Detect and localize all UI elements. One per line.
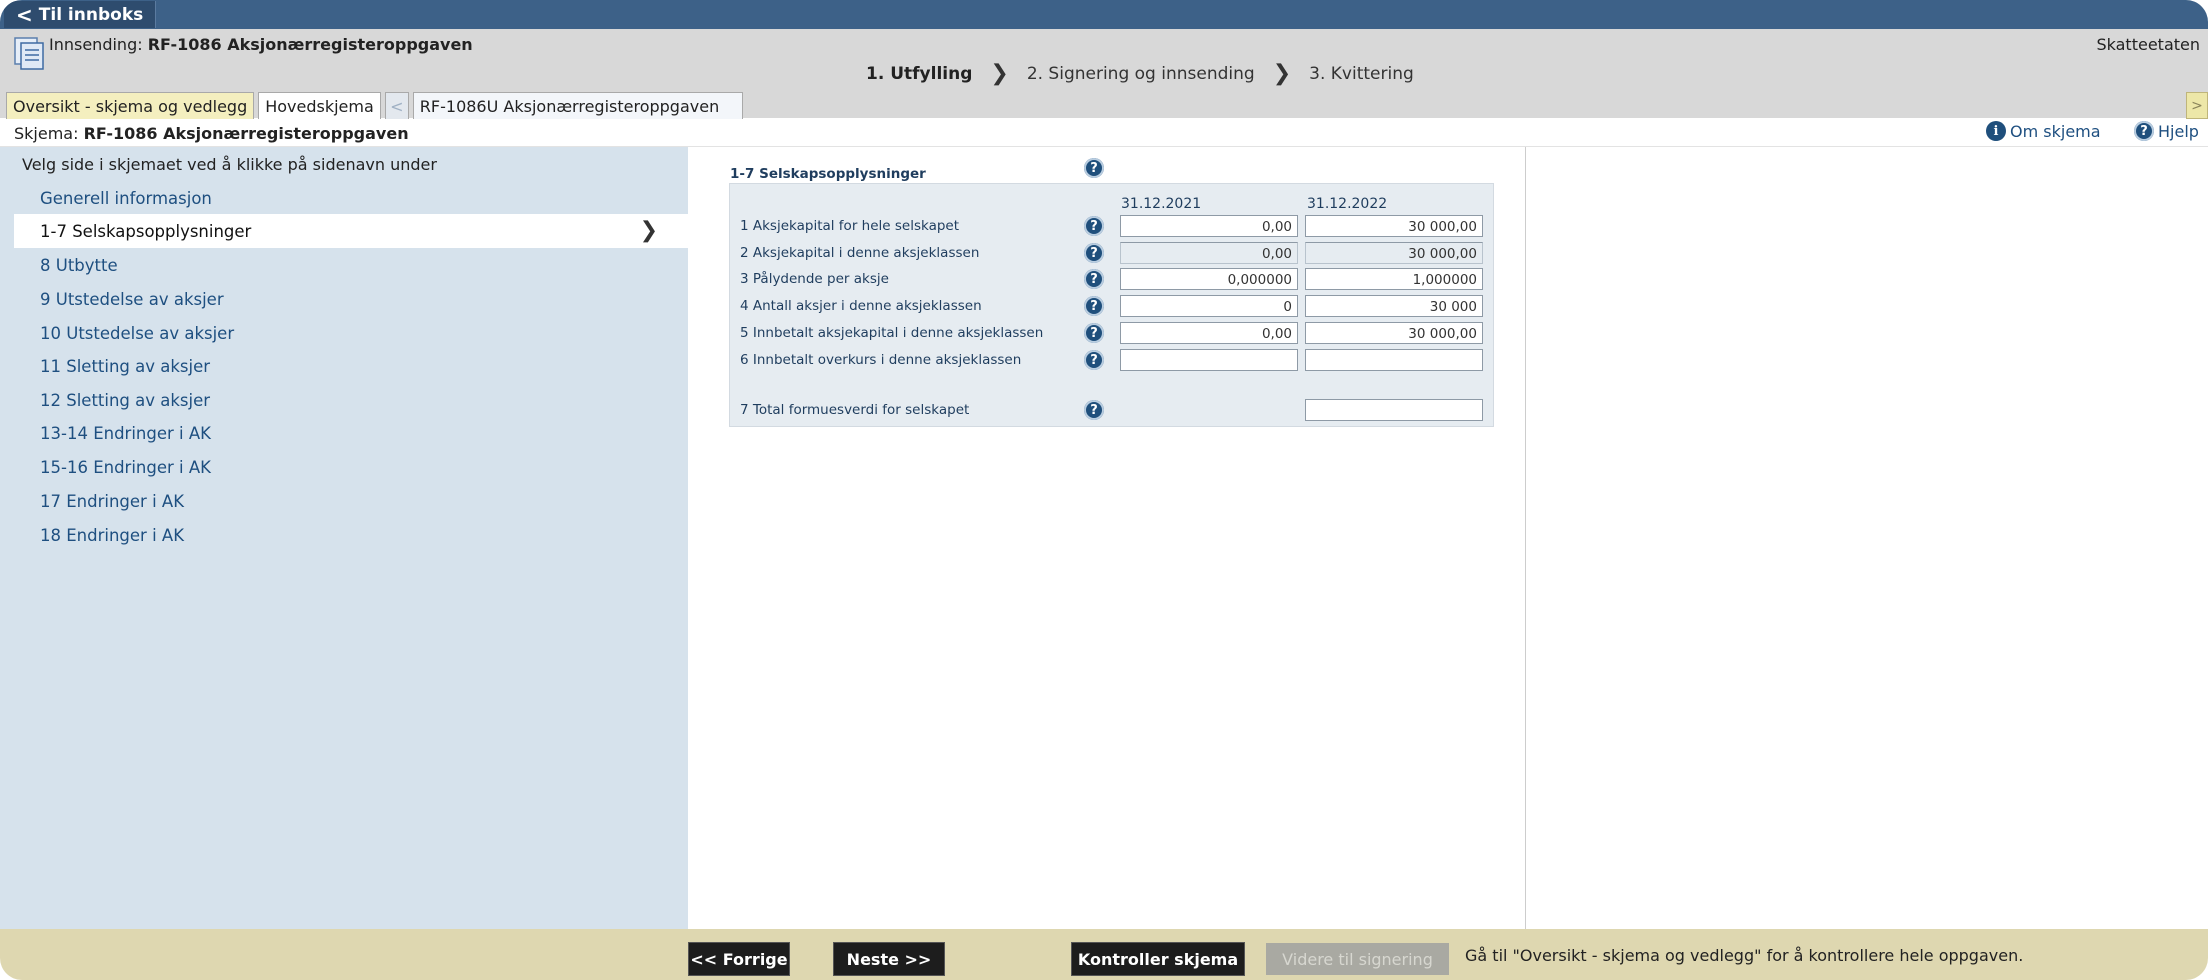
submission-title: Innsending: RF-1086 Aksjonærregisteroppg…	[49, 35, 473, 54]
progress-steps: 1. Utfylling ❯ 2. Signering og innsendin…	[860, 61, 1420, 86]
tab-scroll-right-button[interactable]: >	[2186, 92, 2208, 119]
help-link[interactable]: ? Hjelp	[2134, 121, 2199, 141]
section-title: 1-7 Selskapsopplysninger	[730, 166, 926, 182]
help-icon[interactable]: ?	[1084, 400, 1104, 420]
form-row-5: 5 Innbetalt aksjekapital i denne aksjekl…	[730, 321, 1495, 347]
next-button[interactable]: Neste >>	[834, 943, 944, 975]
schema-title: Skjema: RF-1086 Aksjonærregisteroppgaven	[14, 124, 409, 143]
back-to-inbox-button[interactable]: < Til innboks	[4, 1, 157, 28]
antall-aksjer-2022-input[interactable]: 30 000	[1305, 295, 1483, 317]
palydende-2022-input[interactable]: 1,000000	[1305, 268, 1483, 290]
footer-message: Gå til "Oversikt - skjema og vedlegg" fo…	[1465, 946, 2024, 965]
step-receipt: 3. Kvittering	[1309, 63, 1414, 84]
help-icon[interactable]: ?	[1084, 158, 1104, 178]
check-form-button[interactable]: Kontroller skjema	[1072, 943, 1244, 975]
chevron-right-icon: ❯	[990, 61, 1009, 86]
tab-main-form[interactable]: Hovedskjema	[258, 92, 381, 119]
innbetalt-overkurs-2022-input[interactable]	[1305, 349, 1483, 371]
form-content: 1-7 Selskapsopplysninger ? 31.12.2021 31…	[688, 147, 1526, 929]
nav-item-generell-informasjon[interactable]: Generell informasjon	[14, 181, 688, 215]
schema-name: RF-1086 Aksjonærregisteroppgaven	[83, 124, 409, 143]
chevron-left-icon: <	[16, 2, 33, 27]
help-icon[interactable]: ?	[1084, 243, 1104, 263]
navigation-hint: Velg side i skjemaet ved å klikke på sid…	[22, 155, 437, 174]
tab-scroll-left-button[interactable]: <	[384, 92, 409, 119]
form-row-6: 6 Innbetalt overkurs i denne aksjeklasse…	[730, 348, 1495, 374]
app-window: < Til innboks Innsending: RF-1086 Aksjon…	[0, 0, 2208, 980]
nav-item-endringer-18[interactable]: 18 Endringer i AK	[14, 518, 688, 552]
page-navigation: Velg side i skjemaet ved å klikke på sid…	[0, 147, 688, 929]
proceed-to-signing-button[interactable]: Videre til signering	[1266, 943, 1449, 975]
back-to-inbox-label: Til innboks	[38, 4, 144, 25]
aksjekapital-klasse-2021-value: 0,00	[1120, 242, 1298, 264]
nav-item-sletting-12[interactable]: 12 Sletting av aksjer	[14, 383, 688, 417]
previous-button[interactable]: << Forrige	[689, 943, 789, 975]
field-label: 1 Aksjekapital for hele selskapet	[740, 218, 960, 234]
field-label: 7 Total formuesverdi for selskapet	[740, 402, 970, 418]
field-label: 4 Antall aksjer i denne aksjeklassen	[740, 298, 982, 314]
step-fill-in: 1. Utfylling	[866, 63, 973, 84]
help-icon[interactable]: ?	[1084, 323, 1104, 343]
submission-form-name: RF-1086 Aksjonærregisteroppgaven	[147, 35, 473, 54]
footer-bar: << Forrige Neste >> Kontroller skjema Vi…	[0, 929, 2208, 980]
chevron-right-icon: ❯	[639, 218, 658, 243]
form-row-1: 1 Aksjekapital for hele selskapet ? 0,00…	[730, 214, 1495, 240]
aksjekapital-selskap-2022-input[interactable]: 30 000,00	[1305, 215, 1483, 237]
help-icon[interactable]: ?	[1084, 216, 1104, 236]
help-icon[interactable]: ?	[1084, 296, 1104, 316]
tab-overview[interactable]: Oversikt - skjema og vedlegg	[6, 92, 255, 119]
document-icon	[14, 37, 44, 70]
nav-item-endringer-15-16[interactable]: 15-16 Endringer i AK	[14, 450, 688, 484]
help-icon[interactable]: ?	[1084, 350, 1104, 370]
form-row-7: 7 Total formuesverdi for selskapet ?	[730, 398, 1495, 424]
nav-item-utbytte[interactable]: 8 Utbytte	[14, 248, 688, 282]
field-label: 5 Innbetalt aksjekapital i denne aksjekl…	[740, 325, 1044, 341]
nav-item-utstedelse-10[interactable]: 10 Utstedelse av aksjer	[14, 316, 688, 350]
form-row-3: 3 Pålydende per aksje ? 0,000000 1,00000…	[730, 267, 1495, 293]
field-label: 6 Innbetalt overkurs i denne aksjeklasse…	[740, 352, 1022, 368]
column-header-2022: 31.12.2022	[1307, 196, 1388, 212]
field-label: 2 Aksjekapital i denne aksjeklassen	[740, 245, 980, 261]
antall-aksjer-2021-input[interactable]: 0	[1120, 295, 1298, 317]
nav-item-endringer-17[interactable]: 17 Endringer i AK	[14, 484, 688, 518]
right-pane	[1527, 147, 2208, 929]
innbetalt-overkurs-2021-input[interactable]	[1120, 349, 1298, 371]
agency-name: Skatteetaten	[2096, 35, 2200, 54]
top-bar: < Til innboks	[0, 0, 2208, 29]
company-info-form: 31.12.2021 31.12.2022 1 Aksjekapital for…	[729, 183, 1494, 427]
schema-title-bar: Skjema: RF-1086 Aksjonærregisteroppgaven…	[0, 119, 2208, 147]
nav-item-sletting-11[interactable]: 11 Sletting av aksjer	[14, 349, 688, 383]
form-row-2: 2 Aksjekapital i denne aksjeklassen ? 0,…	[730, 241, 1495, 267]
form-tabs: Oversikt - skjema og vedlegg Hovedskjema…	[6, 92, 743, 119]
total-formuesverdi-input[interactable]	[1305, 399, 1483, 421]
info-icon: i	[1986, 121, 2006, 141]
nav-item-endringer-13-14[interactable]: 13-14 Endringer i AK	[14, 416, 688, 450]
help-icon: ?	[2134, 121, 2154, 141]
tab-rf-1086u[interactable]: RF-1086U Aksjonærregisteroppgaven	[412, 92, 743, 119]
aksjekapital-klasse-2022-value: 30 000,00	[1305, 242, 1483, 264]
innbetalt-aksjekapital-2022-input[interactable]: 30 000,00	[1305, 322, 1483, 344]
step-sign-submit: 2. Signering og innsending	[1026, 63, 1255, 84]
nav-item-utstedelse-9[interactable]: 9 Utstedelse av aksjer	[14, 282, 688, 316]
form-row-4: 4 Antall aksjer i denne aksjeklassen ? 0…	[730, 294, 1495, 320]
palydende-2021-input[interactable]: 0,000000	[1120, 268, 1298, 290]
about-schema-link[interactable]: i Om skjema	[1986, 121, 2101, 141]
innbetalt-aksjekapital-2021-input[interactable]: 0,00	[1120, 322, 1298, 344]
column-header-2021: 31.12.2021	[1121, 196, 1202, 212]
chevron-right-icon: ❯	[1272, 61, 1292, 86]
aksjekapital-selskap-2021-input[interactable]: 0,00	[1120, 215, 1298, 237]
field-label: 3 Pålydende per aksje	[740, 271, 889, 287]
help-icon[interactable]: ?	[1084, 269, 1104, 289]
nav-item-selskapsopplysninger[interactable]: 1-7 Selskapsopplysninger ❯	[14, 214, 688, 248]
